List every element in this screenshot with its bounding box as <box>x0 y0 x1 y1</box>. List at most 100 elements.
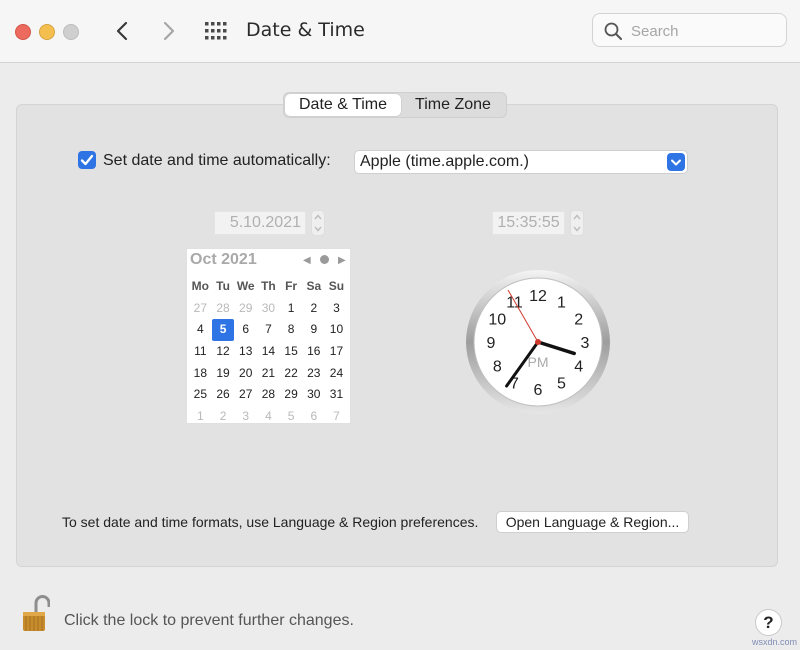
calendar-day[interactable]: 3 <box>325 298 348 320</box>
title-bar: Date & Time <box>0 0 800 63</box>
calendar-day[interactable]: 7 <box>325 406 348 428</box>
open-language-region-button[interactable]: Open Language & Region... <box>496 511 689 533</box>
calendar-weekday: Fr <box>285 279 298 293</box>
clock-number: 3 <box>581 335 590 352</box>
tab-date-time[interactable]: Date & Time <box>285 94 402 116</box>
show-all-button[interactable] <box>204 20 228 42</box>
back-button[interactable] <box>111 18 135 44</box>
calendar-day[interactable]: 20 <box>234 363 257 385</box>
auto-time-label: Set date and time automatically: <box>103 152 331 169</box>
lock-status-text: Click the lock to prevent further change… <box>64 612 354 629</box>
language-region-text: To set date and time formats, use Langua… <box>62 514 479 530</box>
calendar-day[interactable]: 6 <box>302 406 325 428</box>
clock-number: 8 <box>493 359 502 376</box>
calendar-day[interactable]: 27 <box>189 298 212 320</box>
calendar-day[interactable]: 28 <box>257 384 280 406</box>
calendar-day[interactable]: 6 <box>234 319 257 341</box>
calendar-day[interactable]: 29 <box>280 384 303 406</box>
calendar-day[interactable]: 1 <box>189 406 212 428</box>
clock-number: 4 <box>574 359 583 376</box>
checkmark-icon <box>80 154 94 166</box>
calendar-day[interactable]: 29 <box>234 298 257 320</box>
date-field: 5.10.2021 <box>214 211 306 235</box>
stepper-icon <box>311 210 325 236</box>
clock-number: 12 <box>529 288 547 305</box>
zoom-window-button <box>63 24 79 40</box>
search-field[interactable] <box>592 13 787 47</box>
calendar-weekday: Mo <box>191 279 209 293</box>
tab-time-zone[interactable]: Time Zone <box>401 94 505 116</box>
clock-number: 6 <box>534 382 543 399</box>
clock-number: 10 <box>488 312 506 329</box>
chevron-left-icon <box>116 21 128 41</box>
forward-button[interactable] <box>156 18 180 44</box>
prev-month-icon: ◀ <box>303 255 311 266</box>
search-input[interactable] <box>629 20 781 42</box>
clock-number: 1 <box>557 294 566 311</box>
calendar-day[interactable]: 15 <box>280 341 303 363</box>
window-title: Date & Time <box>246 19 365 41</box>
close-window-button[interactable] <box>15 24 31 40</box>
calendar-day[interactable]: 30 <box>302 384 325 406</box>
calendar-day[interactable]: 23 <box>302 363 325 385</box>
calendar: Oct 2021 ◀ ● ▶ MoTuWeThFrSaSu27282930123… <box>186 248 351 424</box>
time-server-select[interactable]: Apple (time.apple.com.) <box>354 150 688 174</box>
calendar-day[interactable]: 1 <box>280 298 303 320</box>
time-server-value: Apple (time.apple.com.) <box>360 153 529 170</box>
time-stepper <box>570 210 584 236</box>
stepper-icon <box>570 210 584 236</box>
calendar-day[interactable]: 17 <box>325 341 348 363</box>
calendar-day[interactable]: 25 <box>189 384 212 406</box>
calendar-day[interactable]: 9 <box>302 319 325 341</box>
time-field: 15:35:55 <box>492 211 565 235</box>
today-dot-icon: ● <box>320 255 329 264</box>
calendar-day[interactable]: 26 <box>212 384 235 406</box>
calendar-day[interactable]: 10 <box>325 319 348 341</box>
calendar-day[interactable]: 14 <box>257 341 280 363</box>
calendar-day[interactable]: 2 <box>212 406 235 428</box>
calendar-day[interactable]: 16 <box>302 341 325 363</box>
calendar-day[interactable]: 18 <box>189 363 212 385</box>
clock-center-pin <box>535 339 541 345</box>
calendar-day[interactable]: 21 <box>257 363 280 385</box>
chevron-right-icon <box>163 21 175 41</box>
calendar-month-label: Oct 2021 <box>190 251 257 268</box>
dropdown-chevron-icon <box>667 153 685 171</box>
lock-button[interactable] <box>20 594 51 634</box>
calendar-day[interactable]: 31 <box>325 384 348 406</box>
calendar-day[interactable]: 28 <box>212 298 235 320</box>
calendar-day[interactable]: 7 <box>257 319 280 341</box>
calendar-day[interactable]: 30 <box>257 298 280 320</box>
clock-number: 5 <box>557 376 566 393</box>
tab-bar: Date & Time Time Zone <box>283 92 507 118</box>
next-month-icon: ▶ <box>338 255 346 266</box>
calendar-day[interactable]: 12 <box>212 341 235 363</box>
calendar-day[interactable]: 13 <box>234 341 257 363</box>
calendar-day[interactable]: 8 <box>280 319 303 341</box>
calendar-grid: Mo Tu We Th Fr Sa Su 27 28 29 30 1 2 3 4 5 6 7 8 9 10 11 12 13 1… <box>189 276 348 428</box>
calendar-weekday: Su <box>328 279 345 293</box>
grid-icon <box>205 22 227 40</box>
calendar-day[interactable]: 5 <box>280 406 303 428</box>
calendar-day[interactable]: 19 <box>212 363 235 385</box>
calendar-day[interactable]: 27 <box>234 384 257 406</box>
calendar-day[interactable]: 11 <box>189 341 212 363</box>
auto-time-checkbox[interactable] <box>78 151 96 169</box>
calendar-weekday: We <box>236 279 255 293</box>
calendar-day[interactable]: 3 <box>234 406 257 428</box>
calendar-day[interactable]: 22 <box>280 363 303 385</box>
calendar-day[interactable]: 2 <box>302 298 325 320</box>
date-stepper <box>311 210 325 236</box>
calendar-weekday: Sa <box>306 279 322 293</box>
calendar-day[interactable]: 5 <box>211 319 235 342</box>
calendar-day[interactable]: 4 <box>189 319 212 341</box>
calendar-day[interactable]: 24 <box>325 363 348 385</box>
clock-number: 2 <box>574 312 583 329</box>
unlocked-lock-icon <box>23 595 51 631</box>
calendar-day[interactable]: 4 <box>257 406 280 428</box>
clock-number: 9 <box>487 335 496 352</box>
search-icon <box>604 22 622 40</box>
minimize-window-button[interactable] <box>39 24 55 40</box>
calendar-weekday: Tu <box>216 279 230 293</box>
help-button[interactable]: ? <box>755 609 782 636</box>
